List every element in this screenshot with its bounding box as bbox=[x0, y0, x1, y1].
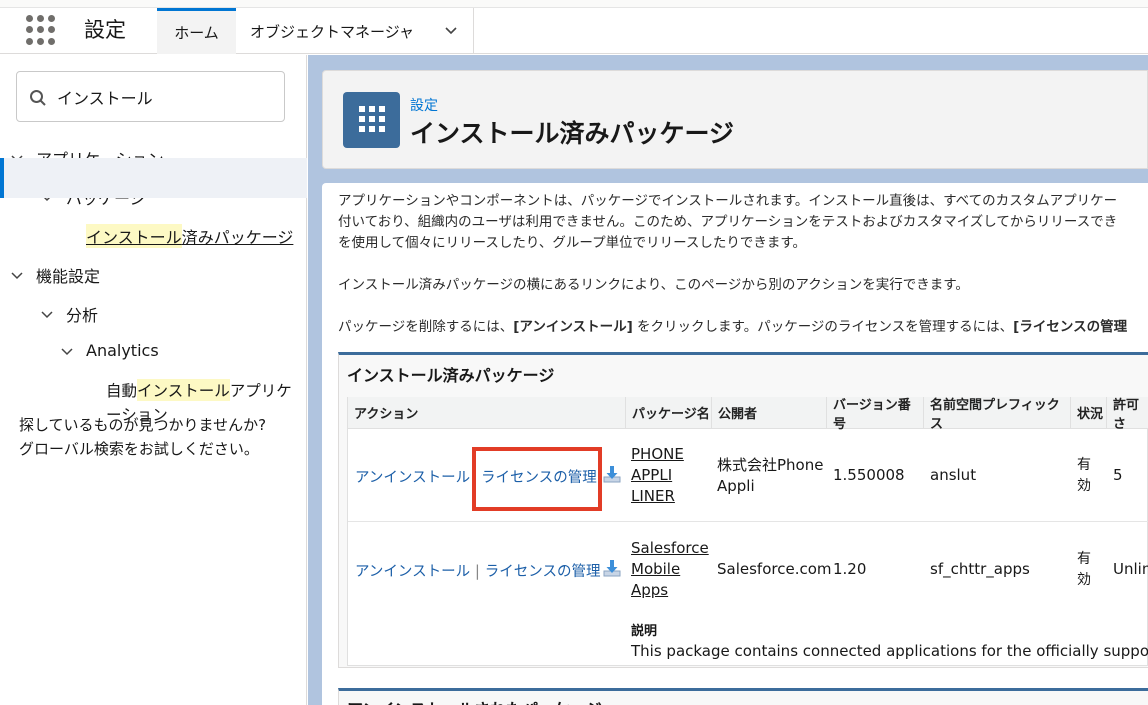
package-name-link[interactable]: Salesforce bbox=[631, 538, 709, 559]
panel-title: アンインストールされたパッケージ bbox=[347, 696, 602, 705]
allowed-cell: 5 bbox=[1113, 466, 1123, 484]
tab-home[interactable]: ホーム bbox=[157, 8, 236, 54]
table-row: アンインストール | ライセンスの管理 bbox=[355, 561, 600, 583]
bold-text: [ライセンスの管理 bbox=[1013, 319, 1128, 335]
column-header-action: アクション bbox=[348, 397, 626, 429]
tree-item-label: 済みパッケージ bbox=[181, 228, 294, 247]
tab-object-manager-label: オブジェクトマネージャ bbox=[250, 22, 414, 41]
status-text: 効 bbox=[1077, 572, 1091, 588]
search-highlight: インストール bbox=[86, 224, 182, 248]
namespace-cell: sf_chttr_apps bbox=[930, 560, 1030, 578]
text: をクリックします。パッケージのライセンスを管理するには、 bbox=[632, 319, 1014, 335]
row-divider bbox=[348, 521, 1148, 522]
table-row: アンインストール bbox=[355, 467, 470, 489]
app-launcher-icon[interactable] bbox=[26, 15, 56, 45]
intro-paragraph-2: インストール済みパッケージの横にあるリンクにより、このページから別のアクションを… bbox=[338, 277, 969, 293]
tree-item-installed-packages[interactable]: インストール 済みパッケージ bbox=[86, 224, 293, 248]
download-icon[interactable] bbox=[602, 464, 622, 484]
tree-item-label: アプリケ bbox=[229, 382, 292, 400]
package-name-cell[interactable]: Salesforce Mobile Apps bbox=[631, 538, 709, 601]
top-strip bbox=[0, 0, 1148, 8]
publisher-cell: Salesforce.com bbox=[717, 560, 832, 578]
tree-item-analysis[interactable]: 分析 bbox=[40, 302, 98, 326]
breadcrumb[interactable]: 設定 bbox=[410, 95, 438, 115]
package-name-link[interactable]: PHONE bbox=[631, 444, 684, 465]
help-line: 探しているものが見つかりませんか? bbox=[19, 416, 267, 434]
tree-item-analytics[interactable]: Analytics bbox=[60, 341, 159, 360]
package-name-cell[interactable]: PHONE APPLI LINER bbox=[631, 444, 684, 507]
manage-licenses-link[interactable]: ライセンスの管理 bbox=[485, 564, 601, 580]
tree-item-label: 自動 bbox=[106, 382, 138, 400]
column-header-allowed[interactable]: 許可さ bbox=[1107, 397, 1148, 432]
status-text: 有 bbox=[1077, 457, 1091, 473]
description-text: This package contains connected applicat… bbox=[631, 642, 1148, 660]
search-icon bbox=[30, 90, 46, 106]
separator: | bbox=[474, 562, 480, 580]
intro-paragraph-3: パッケージを削除するには、[アンインストール] をクリックします。パッケージのラ… bbox=[338, 317, 1127, 338]
publisher-text: Appli bbox=[717, 477, 755, 495]
quick-find-search[interactable] bbox=[16, 71, 285, 122]
text: パッケージを削除するには、 bbox=[338, 319, 514, 335]
uninstall-link[interactable]: アンインストール bbox=[355, 470, 470, 486]
version-cell: 1.20 bbox=[833, 560, 867, 578]
status-text: 有 bbox=[1077, 551, 1091, 567]
setup-grid-icon bbox=[343, 92, 400, 148]
tree-item-label: 分析 bbox=[66, 306, 99, 325]
column-header-package-name[interactable]: パッケージ名 bbox=[626, 397, 712, 429]
app-name: 設定 bbox=[84, 18, 126, 42]
package-name-link[interactable]: APPLI bbox=[631, 465, 684, 486]
status-text: 効 bbox=[1077, 478, 1091, 494]
installed-packages-table bbox=[347, 397, 1148, 666]
package-name-link[interactable]: LINER bbox=[631, 486, 684, 507]
package-name-link[interactable]: Mobile bbox=[631, 559, 709, 580]
download-icon[interactable] bbox=[602, 558, 622, 578]
status-cell: 有 効 bbox=[1077, 549, 1091, 591]
intro-line-1: アプリケーションやコンポーネントは、パッケージでインストールされます。インストー… bbox=[338, 193, 1118, 209]
version-cell: 1.550008 bbox=[833, 466, 905, 484]
publisher-text: 株式会社Phone bbox=[717, 456, 824, 474]
sidebar-help-text: 探しているものが見つかりませんか? グローバル検索をお試しください。 bbox=[19, 413, 299, 461]
description-label: 説明 bbox=[631, 624, 658, 639]
highlight-box bbox=[472, 447, 602, 511]
allowed-cell: Unlim bbox=[1113, 560, 1148, 578]
package-name-link[interactable]: Apps bbox=[631, 580, 709, 601]
tree-item-label: Analytics bbox=[86, 341, 159, 360]
chevron-down-icon[interactable] bbox=[10, 268, 24, 282]
uninstalled-packages-panel: アンインストールされたパッケージ bbox=[338, 688, 1148, 705]
column-header-version[interactable]: バージョン番号 bbox=[827, 397, 924, 432]
intro-line-2: 付いており、組織内のユーザは利用できません。このため、アプリケーションをテストお… bbox=[338, 214, 1118, 230]
tree-item-label: 機能設定 bbox=[36, 267, 101, 286]
column-header-publisher[interactable]: 公開者 bbox=[712, 397, 827, 429]
uninstall-link[interactable]: アンインストール bbox=[355, 564, 470, 580]
column-header-status[interactable]: 状況 bbox=[1071, 397, 1107, 429]
chevron-down-icon[interactable] bbox=[60, 344, 74, 358]
panel-title: インストール済みパッケージ bbox=[347, 366, 555, 385]
help-line: グローバル検索をお試しください。 bbox=[19, 440, 259, 458]
publisher-cell: 株式会社Phone Appli bbox=[717, 455, 823, 497]
search-highlight: インストール bbox=[137, 379, 230, 401]
chevron-down-icon[interactable] bbox=[443, 22, 459, 38]
chevron-down-icon[interactable] bbox=[40, 307, 54, 321]
namespace-cell: anslut bbox=[930, 466, 977, 484]
tab-object-manager[interactable]: オブジェクトマネージャ bbox=[236, 8, 474, 54]
status-cell: 有 効 bbox=[1077, 455, 1091, 497]
intro-line-3: を使用して個々にリリースしたり、グループ単位でリリースしたりできます。 bbox=[338, 235, 807, 251]
tree-item-selected-bg bbox=[0, 158, 307, 198]
page-title: インストール済みパッケージ bbox=[410, 119, 735, 148]
tree-item-auto-install-apps[interactable]: 自動 インストール アプリケ bbox=[106, 379, 292, 401]
tree-item-feature-settings[interactable]: 機能設定 bbox=[10, 263, 100, 287]
column-header-namespace[interactable]: 名前空間プレフィックス bbox=[924, 397, 1071, 432]
quick-find-input[interactable] bbox=[57, 84, 277, 110]
bold-text: [アンインストール] bbox=[513, 319, 633, 335]
